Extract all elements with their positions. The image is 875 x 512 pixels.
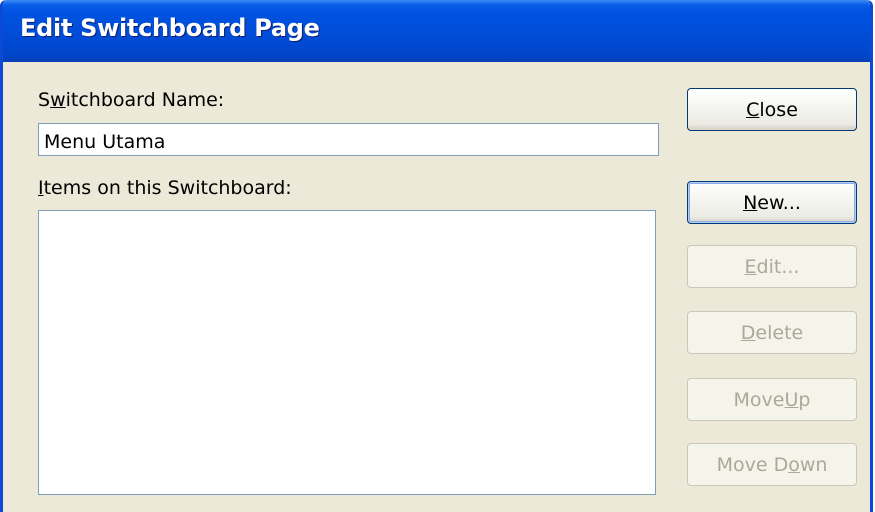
- move-up-button[interactable]: Move Up: [687, 378, 857, 421]
- switchboard-items-list[interactable]: [38, 210, 656, 495]
- items-on-switchboard-label: Items on this Switchboard:: [38, 177, 292, 199]
- title-bar[interactable]: Edit Switchboard Page: [3, 0, 870, 62]
- dialog-title: Edit Switchboard Page: [20, 14, 320, 42]
- close-button[interactable]: Close: [687, 88, 857, 131]
- move-down-button[interactable]: Move Do wn: [687, 443, 857, 486]
- edit-switchboard-page-dialog: Edit Switchboard Page Switchboard Name: …: [0, 0, 873, 512]
- new-button[interactable]: New...: [687, 181, 857, 224]
- switchboard-name-input[interactable]: [38, 123, 659, 156]
- switchboard-name-label: Switchboard Name:: [38, 89, 225, 111]
- edit-button[interactable]: Edit...: [687, 245, 857, 288]
- delete-button[interactable]: Delete: [687, 311, 857, 354]
